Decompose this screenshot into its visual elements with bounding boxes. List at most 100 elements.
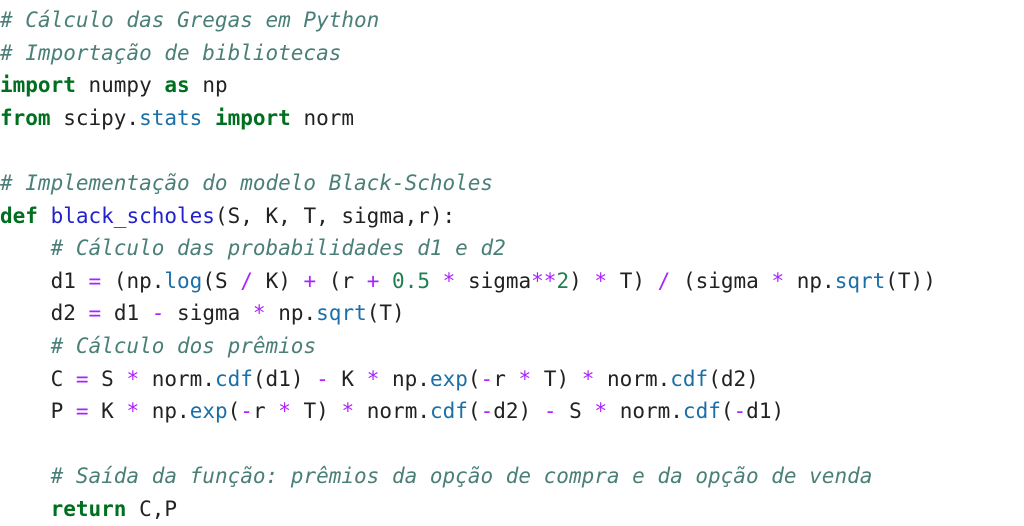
code-token: def — [0, 203, 38, 228]
code-token: from — [0, 105, 51, 130]
code-token: cdf — [214, 366, 253, 391]
code-token: (S — [202, 268, 241, 293]
code-token: (d1) — [252, 366, 317, 391]
code-line: # Cálculo dos prêmios — [0, 330, 1024, 363]
code-line: # Implementação do modelo Black-Scholes — [0, 167, 1024, 200]
code-token: S — [88, 366, 127, 391]
code-token: = — [75, 399, 89, 424]
code-token: (T)) — [885, 268, 936, 293]
code-token: ( — [467, 366, 481, 391]
code-token: ( — [227, 399, 241, 424]
code-token: - — [151, 301, 165, 326]
code-token: # Cálculo das Gregas em Python — [0, 8, 380, 32]
code-token: np. — [379, 366, 430, 391]
code-token: # Saída da função: prêmios da opção de c… — [50, 464, 873, 489]
code-token: C,P — [126, 496, 178, 521]
code-token: sigma — [455, 268, 532, 293]
code-token: norm — [290, 105, 355, 130]
code-token: d2 — [0, 301, 89, 326]
code-token: * — [366, 366, 380, 391]
code-token: sqrt — [316, 301, 367, 326]
code-token: * — [252, 301, 266, 326]
code-token: T) — [531, 366, 582, 391]
code-token: r — [493, 366, 519, 391]
code-line: # Cálculo das Gregas em Python — [0, 4, 1024, 37]
code-token: = — [88, 301, 102, 326]
code-token: S — [556, 399, 595, 424]
code-token: * — [126, 399, 140, 424]
code-token: - — [480, 366, 494, 391]
code-token: scipy. — [50, 105, 140, 130]
code-token: ( — [467, 399, 481, 424]
code-token: - — [240, 399, 253, 424]
code-token: * — [594, 268, 608, 293]
code-token: numpy — [75, 73, 165, 98]
code-token: = — [88, 268, 102, 293]
code-token: ) — [569, 268, 595, 293]
code-token: (np. — [101, 268, 165, 293]
code-token: K — [328, 366, 367, 391]
code-token: - — [733, 399, 747, 424]
code-line: # Cálculo das probabilidades d1 e d2 — [0, 232, 1024, 265]
code-token: import — [0, 73, 76, 98]
code-token: * — [442, 268, 456, 293]
code-token: * — [771, 268, 785, 293]
code-line: def black_scholes(S, K, T, sigma,r): — [0, 200, 1024, 233]
code-token: 2 — [556, 268, 570, 293]
code-token: / — [657, 268, 671, 293]
code-token: np. — [784, 268, 835, 293]
code-token: - — [316, 366, 329, 391]
code-token: as — [164, 73, 190, 98]
code-token: # Cálculo dos prêmios — [50, 333, 317, 358]
code-token: import — [214, 105, 291, 130]
code-token: 0.5 — [392, 268, 430, 293]
code-block[interactable]: # Cálculo das Gregas em Python # Importa… — [0, 0, 1024, 526]
code-token: exp — [429, 366, 468, 391]
code-token: return — [50, 496, 127, 521]
code-token: # Implementação do modelo Black-Scholes — [0, 170, 494, 195]
code-token: norm. — [594, 366, 671, 391]
code-line: C = S * norm.cdf(d1) - K * np.exp(-r * T… — [0, 363, 1024, 396]
code-line: # Importação de bibliotecas — [0, 37, 1024, 70]
code-token: T) — [290, 399, 342, 424]
code-token: norm. — [607, 399, 683, 424]
code-token: = — [75, 366, 89, 391]
code-token: ** — [531, 268, 557, 293]
code-line: return C,P — [0, 493, 1024, 526]
code-token: (d2) — [708, 366, 759, 391]
code-token: sqrt — [834, 268, 886, 293]
code-token: cdf — [670, 366, 709, 391]
code-token: P — [0, 399, 76, 424]
code-token: sigma — [164, 301, 253, 326]
code-token: + — [303, 268, 317, 293]
code-line: from scipy.stats import norm — [0, 102, 1024, 135]
code-token: # Importação de bibliotecas — [0, 40, 342, 65]
code-line: d2 = d1 - sigma * np.sqrt(T) — [0, 297, 1024, 330]
code-token: d1) — [746, 399, 785, 424]
code-line: d1 = (np.log(S / K) + (r + 0.5 * sigma**… — [0, 265, 1024, 298]
code-token: d1 — [0, 268, 89, 293]
code-token: log — [164, 268, 203, 293]
code-token: * — [126, 366, 140, 391]
code-token: * — [594, 399, 608, 424]
code-token: # Cálculo das probabilidades d1 e d2 — [50, 236, 506, 261]
code-token: d2) — [493, 399, 544, 424]
code-token: * — [278, 399, 291, 424]
code-token: C — [0, 366, 76, 391]
code-token: (r — [316, 268, 367, 293]
code-token: * — [581, 366, 595, 391]
code-token: (S, K, T, sigma,r): — [214, 203, 456, 228]
code-token: np. — [265, 301, 317, 326]
code-token: * — [518, 366, 532, 391]
code-token: r — [252, 399, 279, 424]
code-token: cdf — [429, 399, 468, 424]
code-token: ( — [720, 399, 734, 424]
code-token: exp — [189, 399, 228, 424]
code-token: np — [189, 73, 228, 98]
